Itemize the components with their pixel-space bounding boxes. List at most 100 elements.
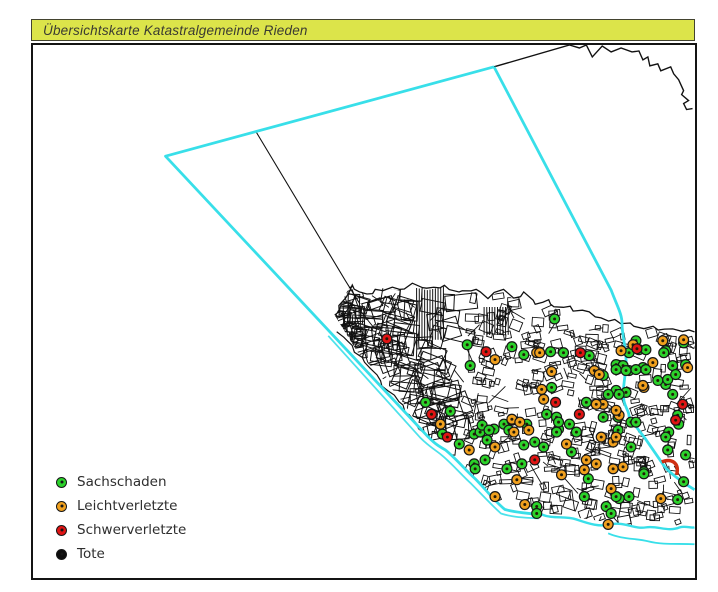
incident-marker [482,435,492,445]
incident-marker [542,409,552,419]
legend-label: Leichtverletzte [77,498,178,514]
incident-marker [639,469,649,479]
incident-marker [603,389,613,399]
district-division-line [256,131,360,304]
incident-marker [480,455,490,465]
incident-marker [547,367,557,377]
incident-marker [653,376,663,386]
incident-marker [683,363,693,373]
incident-marker [594,370,604,380]
r-marker-icon [56,525,67,536]
incident-marker [519,440,529,450]
incident-marker [632,344,642,354]
legend: Sachschaden Leichtverletzte Schwerverletzt… [56,470,186,566]
incident-marker [679,477,689,487]
incident-marker [557,470,567,480]
incident-marker [574,409,584,419]
incident-marker [659,348,669,358]
incident-marker [502,464,512,474]
legend-label: Schwerverletzte [77,522,186,538]
incident-marker [575,348,585,358]
boundary-top-west-edge [165,67,541,515]
incident-marker [435,419,445,429]
incident-marker [519,350,529,360]
legend-item-sachschaden: Sachschaden [56,470,186,494]
incident-marker [681,450,691,460]
incident-marker [382,334,392,344]
incident-marker [445,406,455,416]
incident-marker [462,340,472,350]
incident-marker [515,417,525,427]
legend-item-schwerverletzte: Schwerverletzte [56,518,186,542]
map-title-bar: Übersichtskarte Katastralgemeinde Rieden [31,19,695,41]
incident-marker [490,442,500,452]
incident-marker [656,494,666,504]
incident-marker [512,475,522,485]
incident-marker [464,445,474,455]
incident-marker [614,389,624,399]
o-marker-icon [56,501,67,512]
incident-marker [618,462,628,472]
b-marker-icon [56,549,67,560]
boundary-south-stream-2 [608,533,694,544]
incident-marker [550,314,560,324]
incident-marker [581,455,591,465]
incident-marker [517,459,527,469]
incident-marker [663,445,673,455]
incident-marker [606,484,616,494]
incident-marker [608,464,618,474]
incident-marker [442,432,452,442]
incident-marker [535,348,545,358]
incident-marker [490,492,500,502]
incident-marker [611,365,621,375]
incident-marker [564,419,574,429]
incident-marker [470,464,480,474]
incident-marker [626,442,636,452]
municipal-border-line [494,45,693,110]
incident-marker [530,437,540,447]
incident-marker [579,492,589,502]
incident-marker [591,399,601,409]
incident-marker [671,370,681,380]
g-marker-icon [56,477,67,488]
incident-marker [611,432,621,442]
incident-marker [679,335,689,345]
incident-marker [552,427,562,437]
incident-marker [465,361,475,371]
incident-marker [598,412,608,422]
map-title: Übersichtskarte Katastralgemeinde Rieden [32,23,308,38]
incident-marker [484,425,494,435]
incident-marker [554,417,564,427]
incident-marker [559,348,569,358]
incident-marker [537,384,547,394]
incident-marker [596,432,606,442]
incident-marker [421,397,431,407]
incident-marker [571,427,581,437]
incident-marker [539,394,549,404]
incident-marker [606,509,616,519]
incident-marker [509,427,519,437]
legend-label: Sachschaden [77,474,167,490]
incident-marker [539,442,549,452]
incident-marker [454,439,464,449]
incident-marker [524,425,534,435]
incident-marker [562,439,572,449]
incident-marker [611,405,621,415]
incident-marker [427,409,437,419]
incident-marker [616,346,626,356]
incident-marker [481,347,491,357]
incident-marker [658,336,668,346]
incident-marker [547,382,557,392]
legend-item-tote: Tote [56,542,186,566]
incident-marker [621,366,631,376]
incident-marker [668,389,678,399]
legend-item-leichtverletzte: Leichtverletzte [56,494,186,518]
incident-marker [603,519,613,529]
incident-marker [638,380,648,390]
incident-marker [581,397,591,407]
incident-marker [678,399,688,409]
incident-marker [546,347,556,357]
incident-marker [490,355,500,365]
incident-marker [507,342,517,352]
incident-marker [671,415,681,425]
